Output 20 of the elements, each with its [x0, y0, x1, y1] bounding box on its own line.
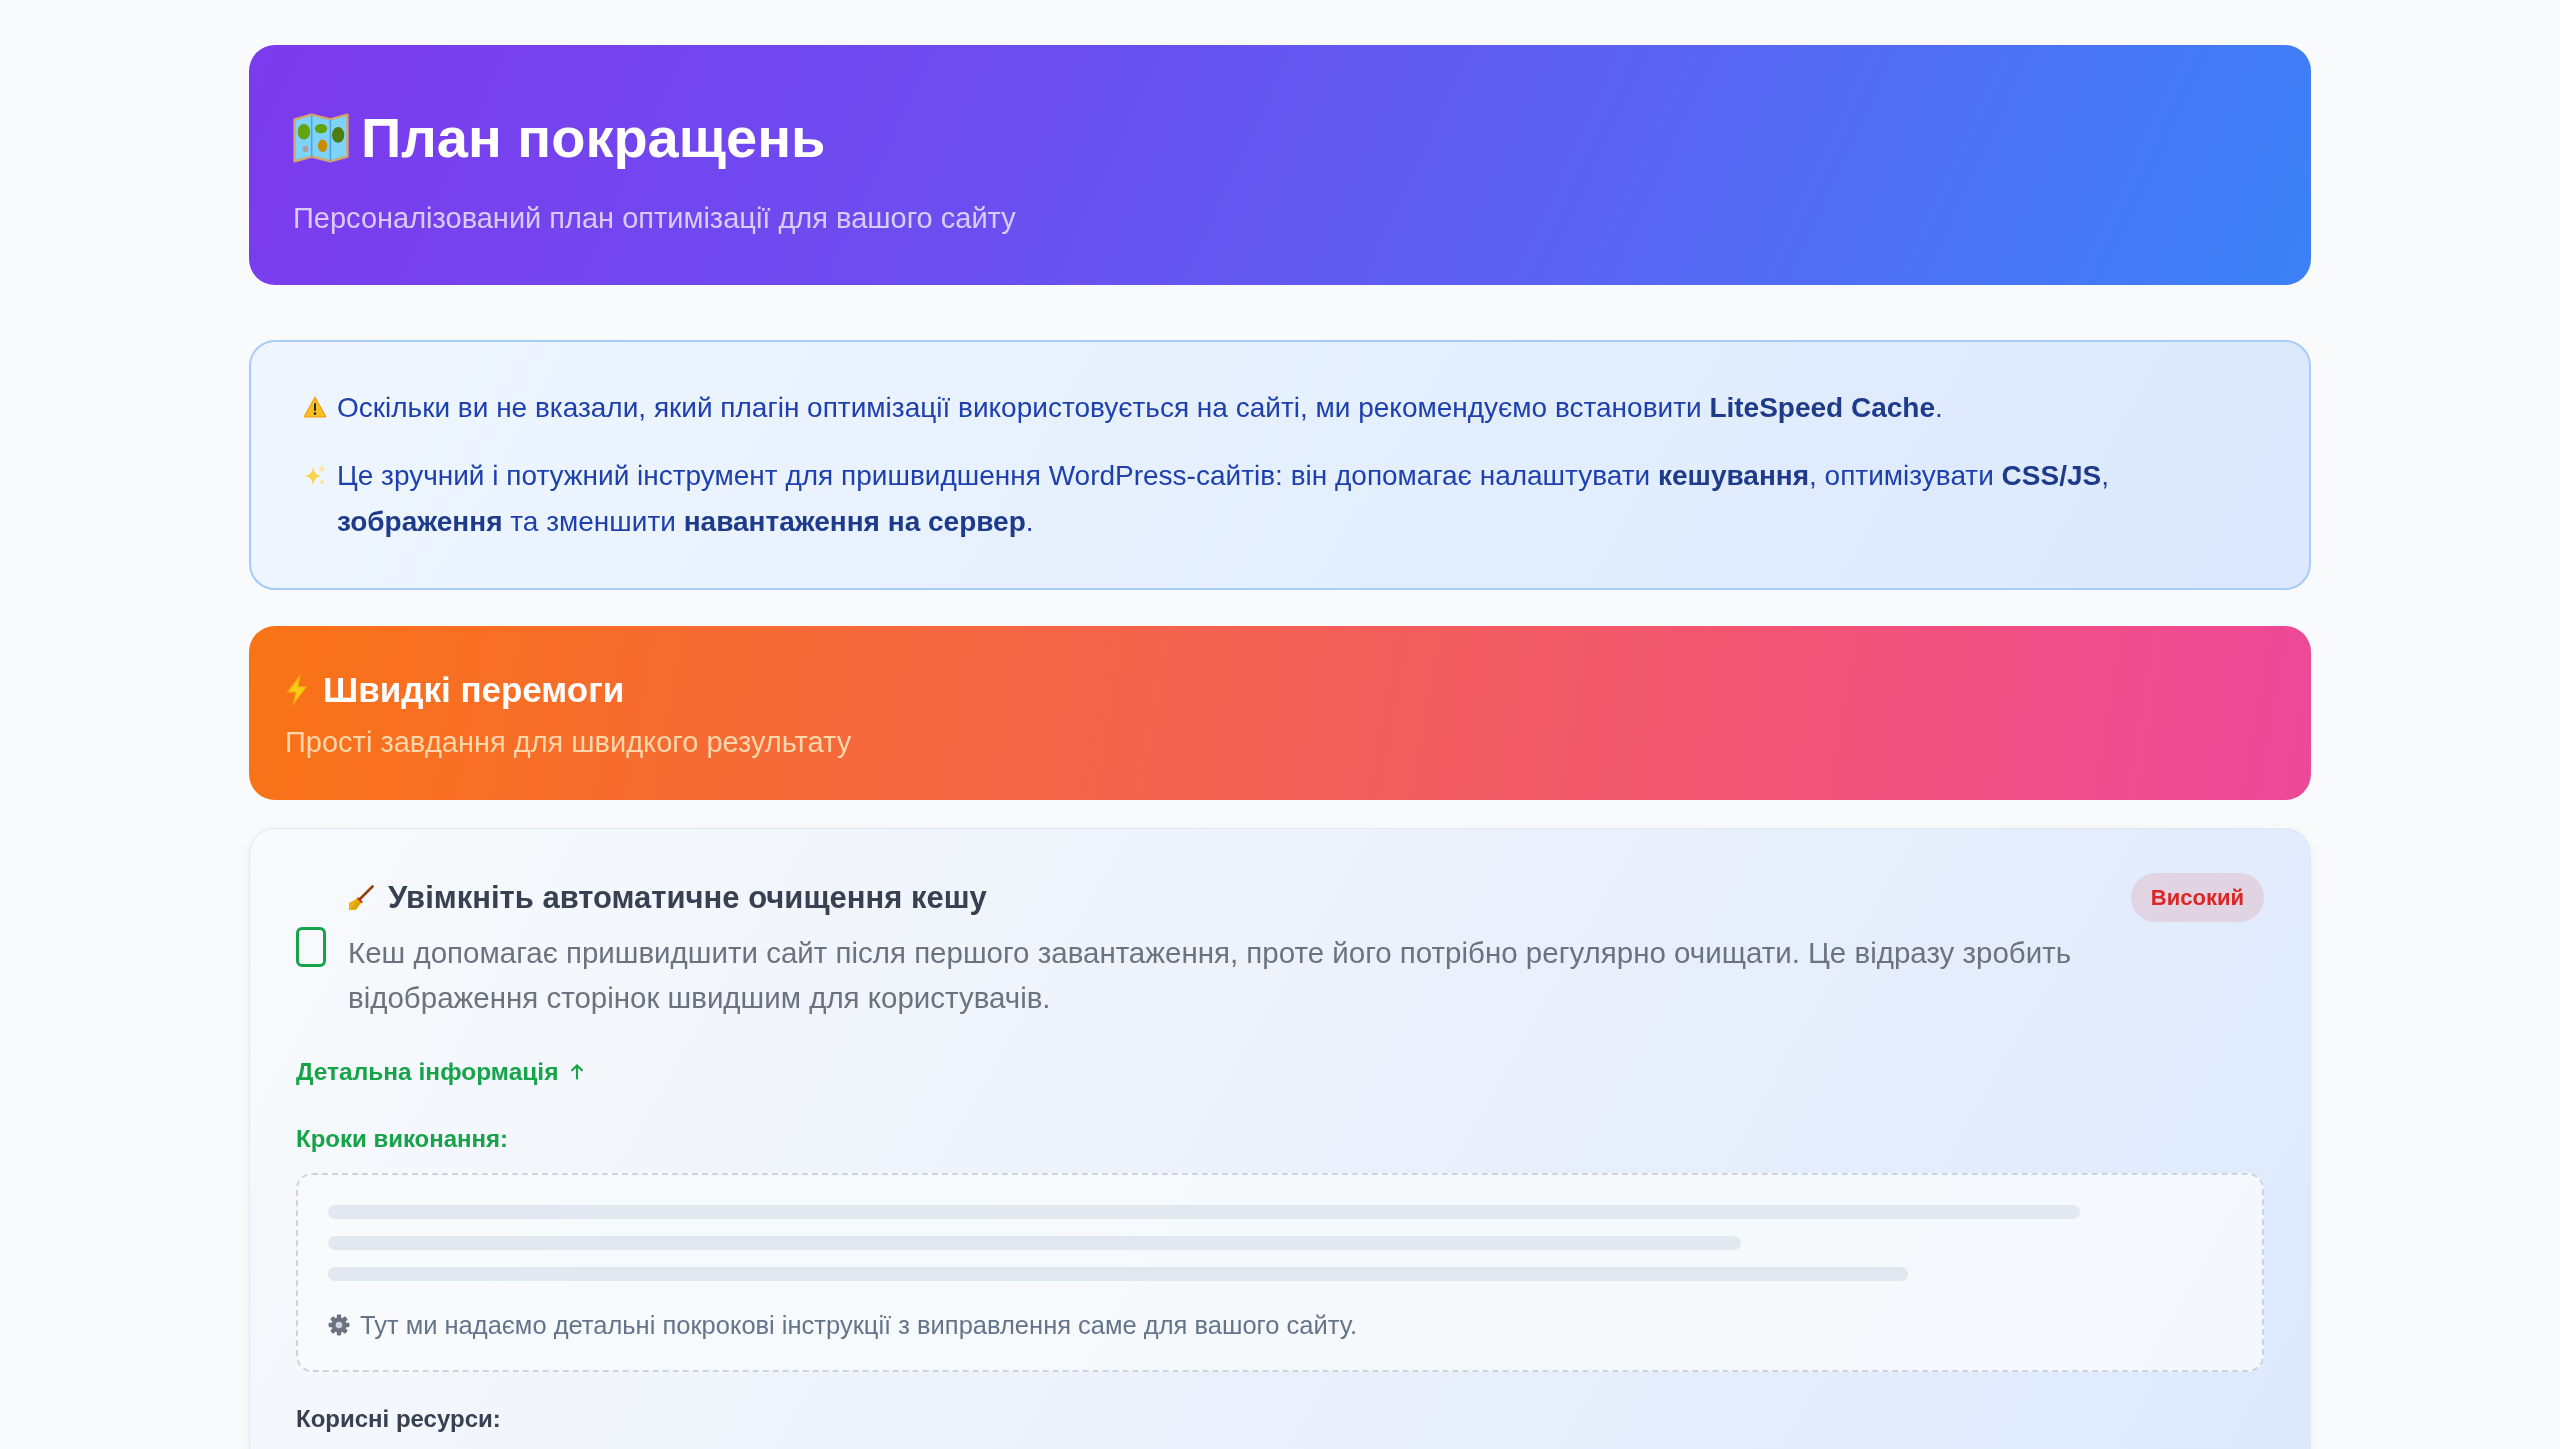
- task-description: Кеш допомагає пришвидшити сайт після першого завантаження, проте його потрібно регулярно очищати. Це відразу зробить відображення сторінок швидшим для користувачів.: [348, 935, 2073, 1016]
- map-icon: [293, 112, 349, 163]
- task-checkbox[interactable]: [296, 926, 326, 967]
- warning-icon: [303, 396, 327, 418]
- gear-icon: [328, 1314, 350, 1336]
- page-subtitle: Персоналізований план оптимізації для вашого сайту: [293, 201, 1016, 236]
- task-title: Увімкніть автоматичне очищення кешу: [388, 879, 987, 917]
- steps-note: Тут ми надаємо детальні покрокові інструкції з виправлення саме для вашого сайту.: [360, 1310, 1357, 1340]
- priority-badge: Високий: [2130, 873, 2264, 922]
- arrow-up-icon: [570, 1063, 585, 1081]
- steps-heading: Кроки виконання:: [296, 1125, 509, 1153]
- details-toggle[interactable]: Детальна інформація: [296, 1058, 585, 1086]
- section-title: Швидкі перемоги: [323, 669, 625, 711]
- resources-heading: Корисні ресурси:: [296, 1405, 501, 1433]
- section-subtitle: Прості завдання для швидкого результату: [285, 725, 852, 760]
- lightning-icon: [285, 674, 309, 706]
- page-title: План покращень: [361, 105, 826, 170]
- notice-text: Оскільки ви не вказали, який плагін оптимізації використовується на сайті, ми рекомендуємо встановити LiteSpeed Cache.: [337, 391, 1943, 425]
- notice-text: Це зручний і потужний інструмент для пришвидшення WordPress-сайтів: він допомагає налаштувати кешування, оптимізувати CSS/JS, зображення та зменшити навантаження на сервер.: [337, 459, 2110, 539]
- broom-icon: [348, 885, 374, 911]
